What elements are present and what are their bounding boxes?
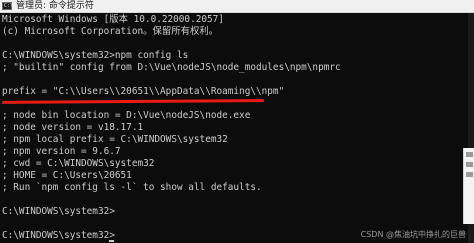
console-line: Microsoft Windows [版本 10.0.22000.2057]: [2, 14, 224, 25]
watermark: CSDN @焦油坑中挣扎的巨兽: [360, 230, 466, 239]
console-icon-glyph: C:\: [4, 3, 14, 9]
console-line: ; npm local prefix = C:\WINDOWS\system32: [2, 134, 228, 145]
side-tab-icon[interactable]: [466, 172, 473, 177]
console-icon: C:\: [2, 2, 14, 10]
console-line: C:\WINDOWS\system32>: [2, 206, 115, 217]
text-cursor: [109, 240, 114, 242]
console-line: ; node version = v18.17.1: [2, 122, 144, 133]
console-line: C:\WINDOWS\system32>npm config ls: [2, 50, 189, 61]
command-prompt-window: C:\ 管理员: 命令提示符 Microsoft Windows [版本 10.…: [0, 0, 474, 243]
window-title: 管理员: 命令提示符: [16, 1, 94, 11]
console-line: ; node bin location = D:\Vue\nodeJS\node…: [2, 110, 251, 121]
console-line: (c) Microsoft Corporation。保留所有权利。: [2, 26, 219, 37]
side-panel[interactable]: [463, 148, 474, 224]
title-bar[interactable]: C:\ 管理员: 命令提示符: [0, 0, 474, 13]
prompt-line: C:\WINDOWS\system32>: [2, 230, 115, 241]
console-line: ; HOME = C:\Users\20651: [2, 170, 132, 181]
side-tab-icon[interactable]: [466, 162, 473, 167]
console-line: ; cwd = C:\WINDOWS\system32: [2, 158, 155, 169]
prefix-line: prefix = "C:\\Users\\20651\\AppData\\Roa…: [2, 86, 285, 97]
console-line: ; "builtin" config from D:\Vue\nodeJS\no…: [2, 62, 341, 73]
side-tab-icon[interactable]: [466, 152, 473, 157]
console-line: ; Run `npm config ls -l` to show all def…: [2, 182, 262, 193]
red-underline-annotation: [1, 99, 265, 104]
console-line: ; npm version = 9.6.7: [2, 146, 121, 157]
